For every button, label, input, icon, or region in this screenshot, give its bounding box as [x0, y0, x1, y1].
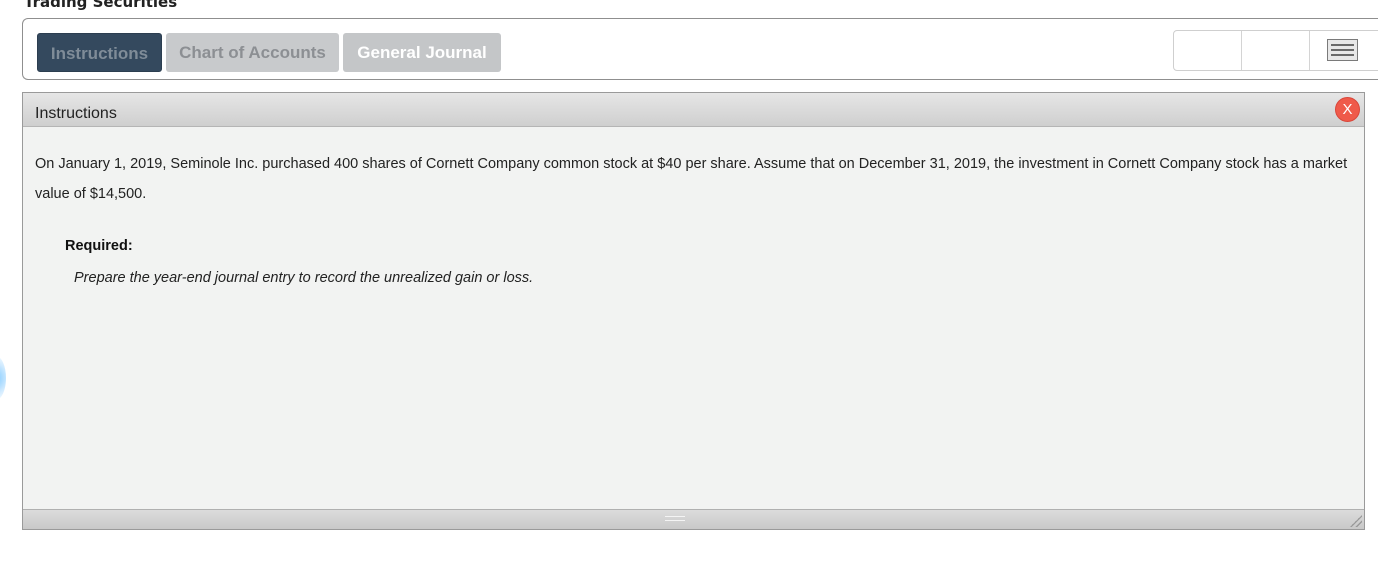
- resize-grip-icon[interactable]: [1350, 515, 1362, 527]
- focus-indicator: [0, 356, 6, 400]
- drag-handle-icon[interactable]: [665, 516, 685, 521]
- toolbar-button-1[interactable]: [1174, 31, 1242, 70]
- required-label: Required:: [65, 238, 133, 254]
- toolbar-button-group: [1173, 30, 1378, 71]
- required-text: Prepare the year-end journal entry to re…: [74, 270, 534, 286]
- page-title: Trading Securities: [24, 0, 178, 11]
- tab-chart-of-accounts[interactable]: Chart of Accounts: [166, 33, 339, 72]
- toolbar-menu-button[interactable]: [1310, 31, 1378, 70]
- panel-footer: [23, 509, 1364, 529]
- toolbar-button-2[interactable]: [1242, 31, 1310, 70]
- panel-header: Instructions X: [23, 93, 1364, 127]
- instructions-panel: Instructions X On January 1, 2019, Semin…: [22, 92, 1365, 530]
- tab-toolbar: Instructions Chart of Accounts General J…: [22, 18, 1378, 80]
- panel-title: Instructions: [35, 105, 117, 122]
- hamburger-menu-icon: [1327, 39, 1358, 61]
- close-button[interactable]: X: [1335, 97, 1360, 122]
- tab-instructions[interactable]: Instructions: [37, 33, 162, 72]
- instructions-text: On January 1, 2019, Seminole Inc. purcha…: [35, 156, 1348, 202]
- tab-general-journal[interactable]: General Journal: [343, 33, 501, 72]
